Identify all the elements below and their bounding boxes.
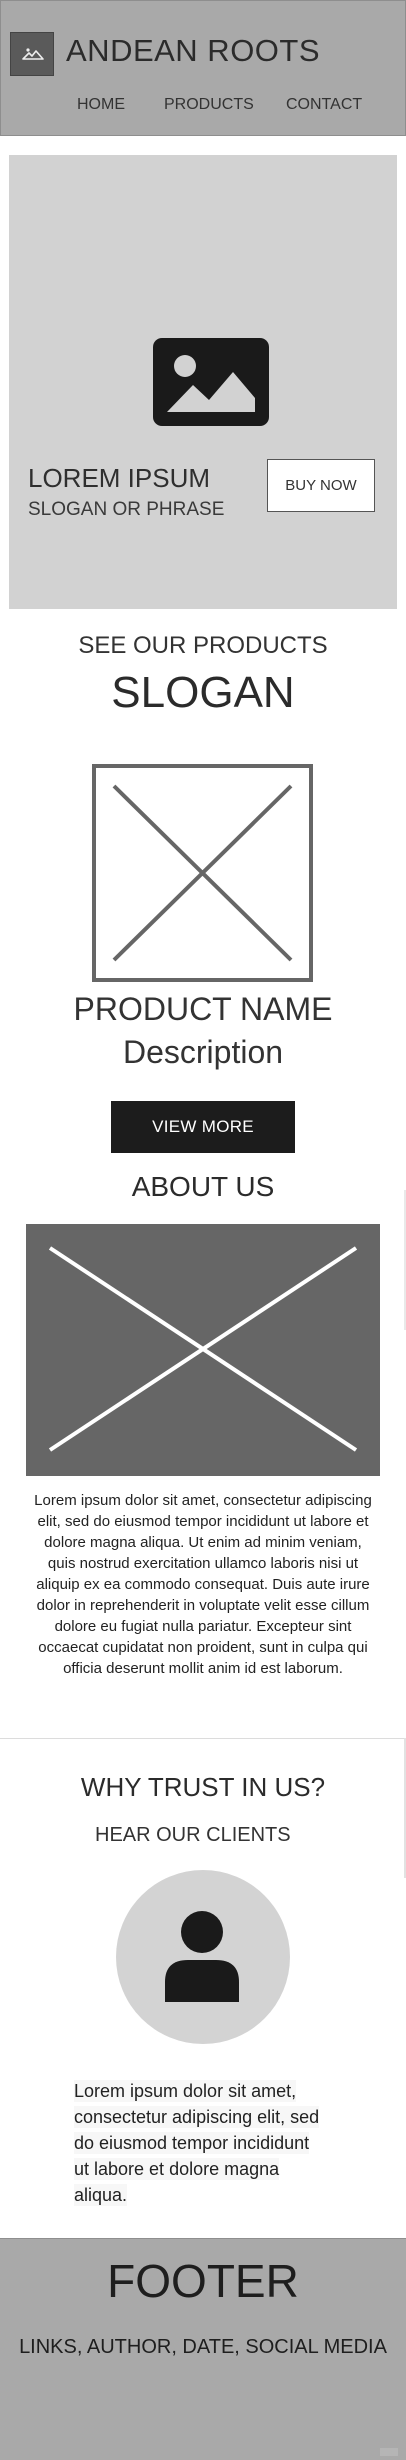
logo-icon[interactable] [10, 32, 54, 76]
product-image-placeholder[interactable] [92, 764, 313, 982]
user-icon [162, 1910, 242, 2002]
products-slogan: SLOGAN [111, 668, 295, 717]
quote-line: aliqua. [74, 2184, 128, 2206]
footer-links[interactable]: LINKS, AUTHOR, DATE, SOCIAL MEDIA [0, 2336, 406, 2359]
hero-banner: LOREM IPSUM SLOGAN OR PHRASE BUY NOW [9, 155, 397, 609]
quote-line: do eiusmod tempor incididunt [74, 2132, 310, 2154]
nav-home[interactable]: HOME [77, 96, 125, 114]
footer-title: FOOTER [107, 2255, 299, 2307]
product-name: PRODUCT NAME [73, 991, 333, 1027]
section-divider [0, 1738, 406, 1739]
about-paragraph: Lorem ipsum dolor sit amet, consectetur … [34, 1492, 372, 1677]
product-description: Description [122, 1034, 284, 1070]
image-icon [153, 338, 269, 426]
trust-heading: WHY TRUST IN US? [80, 1772, 326, 1802]
quote-line: consectetur adipiscing elit, sed [74, 2106, 320, 2128]
hero-subtitle: SLOGAN OR PHRASE [28, 499, 225, 520]
clients-subheading: HEAR OUR CLIENTS [95, 1824, 291, 1846]
quote-line: ut labore et dolore magna [74, 2158, 280, 2180]
hero-title: LOREM IPSUM [28, 463, 211, 493]
nav-contact[interactable]: CONTACT [286, 96, 362, 114]
buy-now-button[interactable]: BUY NOW [267, 459, 375, 512]
client-testimonial: Lorem ipsum dolor sit amet, consectetur … [74, 2078, 334, 2208]
quote-line: Lorem ipsum dolor sit amet, [74, 2080, 297, 2102]
about-image-placeholder [26, 1224, 380, 1476]
brand-name[interactable]: ANDEAN ROOTS [66, 33, 320, 69]
about-heading: ABOUT US [131, 1171, 275, 1202]
corner-mark [380, 2448, 398, 2456]
nav-products[interactable]: PRODUCTS [164, 96, 254, 114]
view-more-button[interactable]: VIEW MORE [111, 1101, 295, 1153]
products-heading: SEE OUR PRODUCTS [78, 632, 328, 659]
